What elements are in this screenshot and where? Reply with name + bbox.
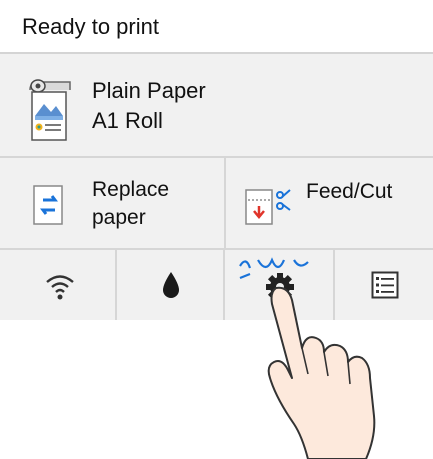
media-info-button[interactable]: Plain Paper A1 Roll (0, 54, 433, 158)
control-panel: Plain Paper A1 Roll Replace paper Feed/C… (0, 54, 433, 320)
status-text: Ready to print (22, 14, 159, 39)
paper-roll-icon (22, 76, 84, 148)
ink-drop-icon (163, 272, 179, 298)
paper-size-label: A1 Roll (92, 108, 163, 133)
pointing-hand-icon (267, 286, 376, 459)
paper-type-label: Plain Paper (92, 78, 206, 103)
tap-indicator-icon (239, 257, 309, 280)
wifi-icon (46, 275, 74, 300)
replace-label-line2: paper (92, 206, 146, 229)
replace-label-line1: Replace (92, 178, 170, 201)
replace-paper-button[interactable]: Replace paper (0, 158, 226, 248)
replace-paper-icon (32, 184, 66, 231)
tab-wifi[interactable] (0, 250, 117, 320)
status-bar: Ready to print (0, 0, 433, 54)
feed-cut-button[interactable]: Feed/Cut (226, 158, 433, 248)
feed-cut-label: Feed/Cut (306, 180, 393, 203)
feed-cut-icon (244, 184, 292, 231)
operation-row: Replace paper Feed/Cut (0, 158, 433, 250)
tab-ink[interactable] (117, 250, 225, 320)
